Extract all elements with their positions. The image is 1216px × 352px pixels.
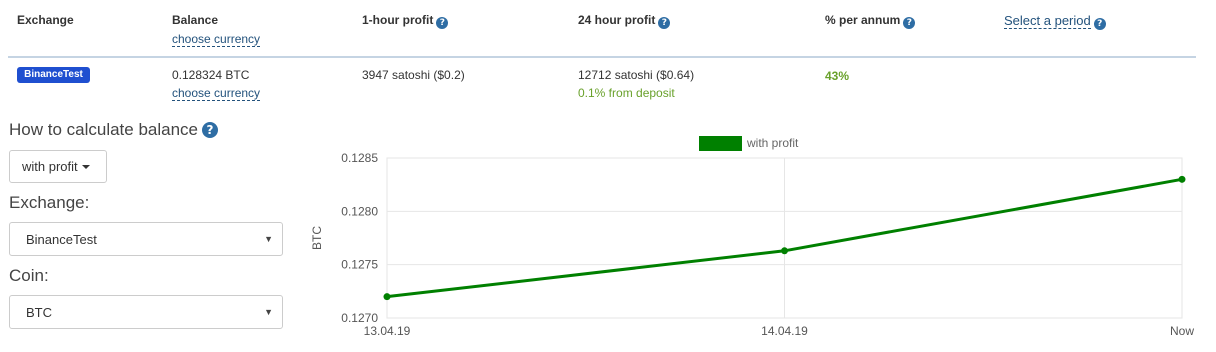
x-tick-label: Now <box>1170 324 1194 338</box>
row-currency-link-wrap: choose currency <box>172 86 261 101</box>
caret-down-icon <box>81 165 90 169</box>
y-tick-label: 0.1285 <box>341 151 378 165</box>
y-axis-label: BTC <box>310 226 324 250</box>
header-balance: Balance <box>172 13 219 27</box>
help-icon[interactable]: ? <box>1093 18 1106 30</box>
series-line-with-profit <box>386 177 1183 299</box>
deposit-percent-note: 0.1% from deposit <box>578 86 675 100</box>
exchange-select[interactable]: BinanceTest ▼ <box>9 222 283 256</box>
exchange-select-value: BinanceTest <box>26 232 97 247</box>
coin-select-value: BTC <box>26 305 52 320</box>
balance-currency-link-wrap: choose currency <box>172 32 261 47</box>
y-tick-label: 0.1280 <box>341 204 378 218</box>
header-1-hour-profit-label: 1-hour profit <box>362 13 434 27</box>
balance-mode-value: with profit <box>22 159 78 174</box>
legend-label: with profit <box>746 136 799 150</box>
header-per-annum-label: % per annum <box>825 13 901 27</box>
help-icon[interactable]: ? <box>658 17 671 29</box>
choose-currency-link[interactable]: choose currency <box>172 32 261 47</box>
balance-mode-dropdown[interactable]: with profit <box>9 150 107 183</box>
x-tick-label: 13.04.19 <box>364 324 411 338</box>
header-24-hour-profit: 24 hour profit? <box>578 13 671 29</box>
select-period-link[interactable]: Select a period <box>1004 13 1091 29</box>
period-selector: Select a period? <box>1004 13 1106 30</box>
hour-profit-value: 3947 satoshi ($0.2) <box>362 68 465 82</box>
coin-label: Coin: <box>9 266 49 285</box>
help-icon[interactable]: ? <box>903 17 916 29</box>
header-exchange: Exchange <box>17 13 74 27</box>
exchange-label: Exchange: <box>9 193 90 212</box>
y-tick-label: 0.1270 <box>341 311 378 325</box>
balance-value: 0.128324 BTC <box>172 68 250 82</box>
exchange-badge[interactable]: BinanceTest <box>17 67 90 83</box>
help-icon[interactable]: ? <box>202 122 219 138</box>
x-tick-label: 14.04.19 <box>761 324 808 338</box>
balance-calc-title: How to calculate balance? <box>9 120 219 140</box>
data-point <box>1178 175 1186 183</box>
help-icon[interactable]: ? <box>436 17 449 29</box>
header-divider <box>8 56 1196 58</box>
header-1-hour-profit: 1-hour profit? <box>362 13 449 29</box>
chevron-down-icon: ▼ <box>264 234 273 244</box>
choose-currency-link[interactable]: choose currency <box>172 86 261 101</box>
header-24-hour-profit-label: 24 hour profit <box>578 13 656 27</box>
data-point <box>383 293 391 301</box>
data-point <box>781 247 788 255</box>
header-per-annum: % per annum? <box>825 13 916 29</box>
legend-swatch <box>699 136 742 151</box>
coin-select[interactable]: BTC ▼ <box>9 295 283 329</box>
plot-area <box>386 157 1183 319</box>
balance-calc-title-text: How to calculate balance <box>9 120 199 139</box>
y-tick-label: 0.1275 <box>341 258 378 272</box>
chevron-down-icon: ▼ <box>264 307 273 317</box>
day-profit-value: 12712 satoshi ($0.64) <box>578 68 695 82</box>
per-annum-value: 43% <box>825 69 850 83</box>
